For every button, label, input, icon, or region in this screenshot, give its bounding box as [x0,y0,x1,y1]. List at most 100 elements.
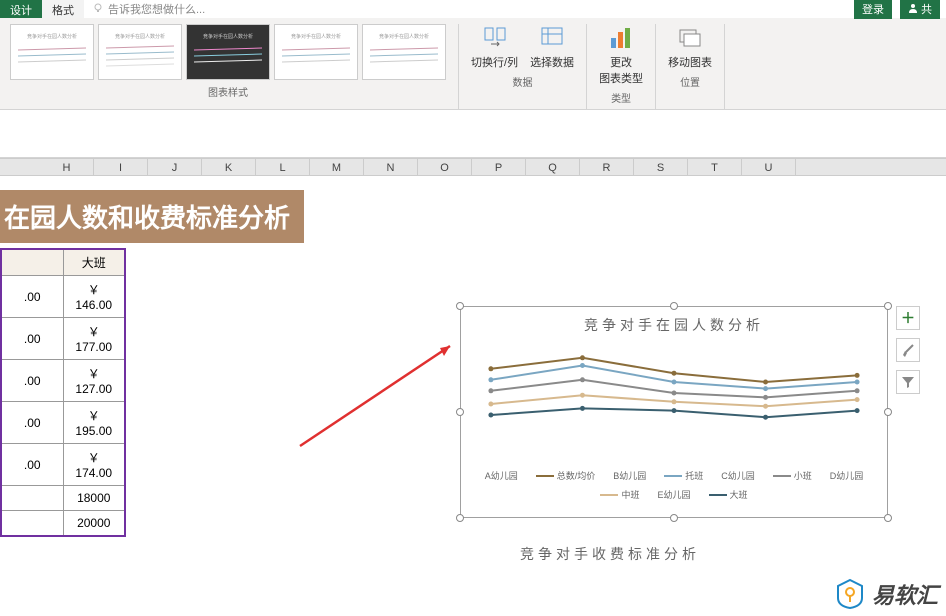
title-tabs: 设计 格式 告诉我您想做什么... 登录 共 [0,0,946,18]
data-group-label: 数据 [513,74,533,89]
table-row[interactable]: .00￥ 127.00 [1,360,125,402]
chart-style-3[interactable]: 竞争对手在园人数分析 [186,24,270,80]
legend-category: D幼儿园 [830,469,864,482]
column-header[interactable]: O [418,159,472,175]
table-cell[interactable] [1,486,63,511]
table-cell[interactable]: ￥ 177.00 [63,318,125,360]
column-header[interactable]: I [94,159,148,175]
chart-1[interactable]: 竞争对手在园人数分析 A幼儿园总数/均价B幼儿园托班C幼儿园小班D幼儿园中班E幼… [460,306,888,518]
chart-2-title: 竞争对手收费标准分析 [520,544,700,564]
chart-styles-gallery[interactable]: 竞争对手在园人数分析 竞争对手在园人数分析 竞争对手在园人数分析 竞争对手在园人… [10,24,446,80]
chart-style-2[interactable]: 竞争对手在园人数分析 [98,24,182,80]
annotation-arrow [290,336,470,456]
chart-filter-button[interactable] [896,370,920,394]
brush-icon [901,343,915,357]
column-header[interactable]: R [580,159,634,175]
chart-legend[interactable]: A幼儿园总数/均价B幼儿园托班C幼儿园小班D幼儿园中班E幼儿园大班 [461,469,887,501]
chart-style-5[interactable]: 竞争对手在园人数分析 [362,24,446,80]
table-cell[interactable]: .00 [1,402,63,444]
table-row[interactable]: 20000 [1,511,125,537]
share-button[interactable]: 共 [900,0,940,19]
chart-add-element-button[interactable]: ＋ [896,306,920,330]
resize-handle[interactable] [456,408,464,416]
resize-handle[interactable] [670,514,678,522]
tab-design[interactable]: 设计 [0,0,42,18]
chart-styles-button[interactable] [896,338,920,362]
table-row[interactable]: .00￥ 146.00 [1,276,125,318]
chart-title[interactable]: 竞争对手在园人数分析 [461,307,887,339]
resize-handle[interactable] [884,302,892,310]
column-header[interactable]: T [688,159,742,175]
column-header[interactable]: L [256,159,310,175]
svg-text:竞争对手在园人数分析: 竞争对手在园人数分析 [115,33,165,40]
column-header[interactable]: Q [526,159,580,175]
plus-icon: ＋ [901,308,915,328]
table-cell[interactable]: .00 [1,360,63,402]
column-header[interactable]: N [364,159,418,175]
resize-handle[interactable] [884,408,892,416]
column-header[interactable]: S [634,159,688,175]
resize-handle[interactable] [670,302,678,310]
legend-series[interactable]: 小班 [773,469,812,482]
table-cell[interactable] [1,511,63,537]
tell-me-text: 告诉我您想做什么... [108,1,205,17]
svg-text:竞争对手在园人数分析: 竞争对手在园人数分析 [203,33,253,40]
resize-handle[interactable] [456,302,464,310]
table-cell[interactable]: ￥ 146.00 [63,276,125,318]
login-button[interactable]: 登录 [854,0,892,19]
column-header[interactable]: H [40,159,94,175]
column-header[interactable]: M [310,159,364,175]
select-data-button[interactable]: 选择数据 [530,24,574,70]
table-cell[interactable]: ￥ 127.00 [63,360,125,402]
switch-row-col-button[interactable]: 切换行/列 [471,24,518,70]
table-row[interactable]: .00￥ 177.00 [1,318,125,360]
svg-text:竞争对手在园人数分析: 竞争对手在园人数分析 [291,33,341,40]
column-header[interactable]: P [472,159,526,175]
chart-style-4[interactable]: 竞争对手在园人数分析 [274,24,358,80]
table-row[interactable]: .00￥ 195.00 [1,402,125,444]
resize-handle[interactable] [456,514,464,522]
table-row[interactable]: 18000 [1,486,125,511]
table-cell[interactable]: .00 [1,444,63,486]
page-title: 在园人数和收费标准分析 [0,190,304,243]
move-chart-button[interactable]: 移动图表 [668,24,712,70]
column-headers: HIJKLMNOPQRSTU [0,158,946,176]
legend-series[interactable]: 总数/均价 [536,469,596,482]
worksheet[interactable]: 在园人数和收费标准分析 大班 .00￥ 146.00.00￥ 177.00.00… [0,176,946,616]
column-header[interactable]: J [148,159,202,175]
legend-series[interactable]: 大班 [709,488,748,501]
chart-style-1[interactable]: 竞争对手在园人数分析 [10,24,94,80]
type-group-label: 类型 [611,90,631,105]
legend-category: C幼儿园 [721,469,755,482]
table-cell[interactable]: .00 [1,318,63,360]
column-header[interactable]: K [202,159,256,175]
table-row[interactable]: .00￥ 174.00 [1,444,125,486]
move-chart-icon [676,24,704,52]
legend-series[interactable]: 托班 [664,469,703,482]
chart-styles-label: 图表样式 [208,84,248,99]
chart-plot-area[interactable] [481,339,867,469]
ribbon: 竞争对手在园人数分析 竞争对手在园人数分析 竞争对手在园人数分析 竞争对手在园人… [0,18,946,110]
table-cell[interactable]: ￥ 174.00 [63,444,125,486]
change-chart-type-icon [607,24,635,52]
tab-format[interactable]: 格式 [42,0,84,18]
table-cell[interactable]: ￥ 195.00 [63,402,125,444]
table-cell[interactable]: .00 [1,276,63,318]
column-header[interactable]: U [742,159,796,175]
legend-series[interactable]: 中班 [600,488,639,501]
data-table[interactable]: 大班 .00￥ 146.00.00￥ 177.00.00￥ 127.00.00￥… [0,248,126,537]
watermark-text: 易软汇 [872,578,938,610]
svg-text:竞争对手在园人数分析: 竞争对手在园人数分析 [27,33,77,40]
person-icon [908,3,918,16]
switch-row-col-icon [481,24,509,52]
table-cell[interactable]: 20000 [63,511,125,537]
watermark-icon [834,578,866,610]
legend-category: E幼儿园 [657,488,690,501]
svg-text:竞争对手在园人数分析: 竞争对手在园人数分析 [379,33,429,40]
table-header-daban: 大班 [63,249,125,276]
formula-bar-area [0,110,946,158]
resize-handle[interactable] [884,514,892,522]
tell-me-box[interactable]: 告诉我您想做什么... [92,0,205,18]
change-chart-type-button[interactable]: 更改 图表类型 [599,24,643,86]
table-cell[interactable]: 18000 [63,486,125,511]
